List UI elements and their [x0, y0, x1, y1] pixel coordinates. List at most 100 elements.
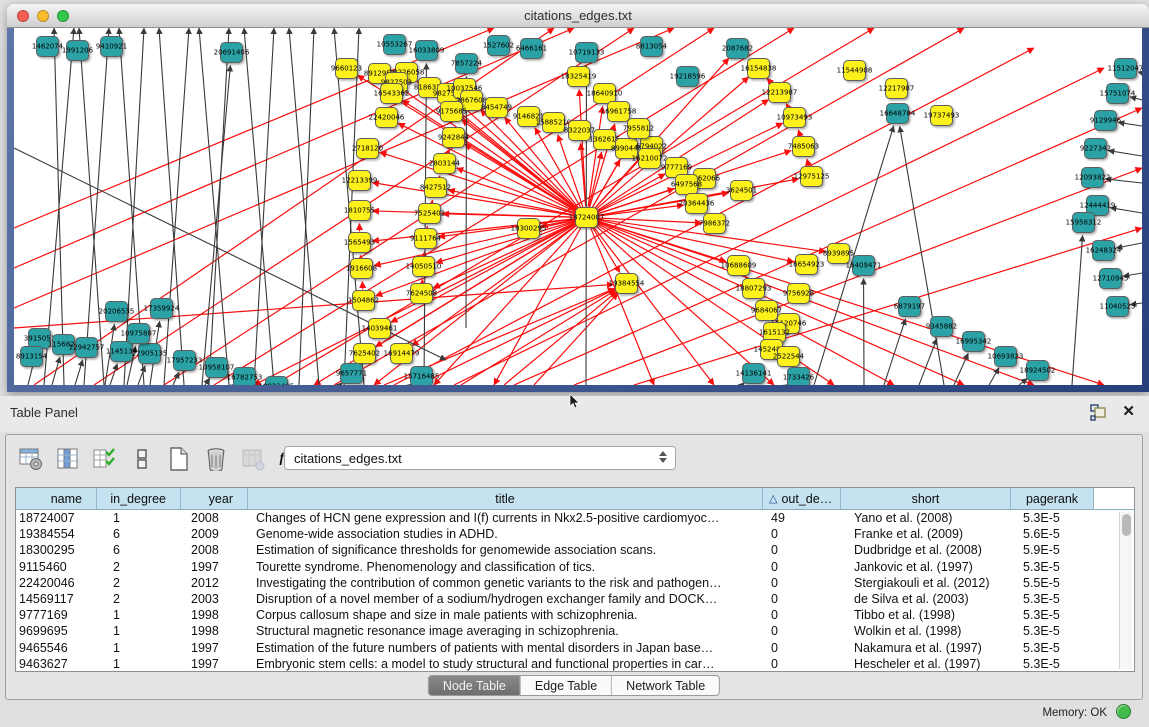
graph-node[interactable]: 9242844 — [442, 127, 465, 148]
graph-node[interactable]: 1733426 — [787, 367, 810, 385]
graph-node[interactable]: 12213987 — [768, 82, 791, 103]
graph-node[interactable]: 8427512 — [424, 177, 447, 198]
graph-node[interactable]: 17957233 — [173, 350, 196, 371]
graph-node[interactable]: 1145134 — [110, 341, 133, 362]
graph-node[interactable]: 12093822 — [1081, 167, 1104, 188]
graph-node[interactable]: 16654923 — [795, 254, 818, 275]
graph-node[interactable]: 10688609 — [727, 255, 750, 276]
graph-node[interactable]: 16210072 — [638, 148, 661, 169]
graph-node[interactable]: 20364436 — [685, 193, 708, 214]
graph-node[interactable]: 10693823 — [994, 346, 1017, 367]
graph-node[interactable]: 6879197 — [898, 296, 921, 317]
graph-node[interactable]: 2522544 — [777, 346, 800, 367]
column-header-pagerank[interactable]: pagerank — [1011, 488, 1094, 509]
graph-node[interactable]: 9227342 — [1084, 138, 1107, 159]
graph-node[interactable]: 7624508 — [410, 283, 433, 304]
graph-node[interactable]: 15716485 — [410, 366, 433, 385]
column-header-out_de[interactable]: △out_de… — [763, 488, 841, 509]
column-header-name[interactable]: name — [16, 488, 97, 509]
graph-node[interactable]: 1527602 — [487, 35, 510, 56]
close-panel-icon[interactable]: ✕ — [1122, 402, 1135, 420]
tab-edge-table[interactable]: Edge Table — [521, 676, 612, 695]
graph-node[interactable]: 12923485 — [265, 376, 288, 385]
table-row[interactable]: 2242004622012Investigating the contribut… — [16, 575, 1134, 591]
float-panel-icon[interactable] — [1090, 404, 1109, 421]
graph-node[interactable]: 12217987 — [885, 78, 908, 99]
zoom-window-icon[interactable] — [57, 10, 69, 22]
graph-node[interactable]: 6466161 — [520, 38, 543, 59]
graph-node[interactable]: 7625402 — [353, 343, 376, 364]
table-row[interactable]: 1456911722003Disruption of a novel membe… — [16, 591, 1134, 607]
graph-node[interactable]: 11512047 — [1114, 58, 1137, 79]
graph-node[interactable]: 16961758 — [607, 101, 630, 122]
network-canvas[interactable]: 1872400796601238912954182260589827503165… — [14, 28, 1142, 385]
graph-node[interactable]: 1916608 — [350, 258, 373, 279]
graph-node[interactable]: 3624501 — [730, 180, 753, 201]
graph-node[interactable]: 10553267 — [383, 34, 406, 55]
graph-node[interactable]: 19218596 — [676, 66, 699, 87]
graph-node[interactable]: 16995342 — [962, 331, 985, 352]
graph-node[interactable]: 18807293 — [742, 278, 765, 299]
scrollbar-thumb[interactable] — [1122, 514, 1131, 536]
graph-node[interactable]: 12213399 — [348, 170, 371, 191]
graph-node[interactable]: 8813054 — [640, 36, 663, 57]
table-row[interactable]: 1938455462009Genome-wide association stu… — [16, 526, 1134, 542]
graph-node[interactable]: 16033809 — [415, 40, 438, 61]
graph-node[interactable]: 15885210 — [542, 112, 565, 133]
graph-node[interactable]: 9756928 — [787, 283, 810, 304]
graph-node[interactable]: 7857224 — [455, 53, 478, 74]
graph-node[interactable]: 8454749 — [485, 97, 508, 118]
graph-node[interactable]: 6497568 — [675, 174, 698, 195]
minimize-window-icon[interactable] — [37, 10, 49, 22]
table-select-rows-icon[interactable] — [92, 446, 118, 472]
graph-node[interactable]: 1991206 — [66, 40, 89, 61]
graph-node[interactable]: 7986372 — [703, 213, 726, 234]
graph-node[interactable]: 9129946 — [1094, 110, 1117, 131]
graph-node[interactable]: 18924502 — [1026, 360, 1049, 381]
graph-node[interactable]: 10973493 — [783, 107, 806, 128]
graph-node[interactable]: 16648784 — [886, 103, 909, 124]
graph-node[interactable]: 12975125 — [800, 166, 823, 187]
graph-node[interactable]: 9410921 — [100, 36, 123, 57]
graph-node[interactable]: 12710945 — [1099, 268, 1122, 289]
memory-status-icon[interactable] — [1116, 704, 1131, 719]
graph-node[interactable]: 14050510 — [412, 256, 435, 277]
graph-node[interactable]: 20691406 — [220, 42, 243, 63]
graph-node[interactable]: 8913154 — [20, 346, 43, 367]
graph-node[interactable]: 18724007 — [575, 207, 598, 228]
graph-node[interactable]: 10958107 — [205, 357, 228, 378]
graph-node[interactable]: 16409471 — [852, 255, 875, 276]
column-header-title[interactable]: title — [248, 488, 763, 509]
graph-node[interactable]: 2087682 — [726, 38, 749, 59]
table-row[interactable]: 946554611997Estimation of the future num… — [16, 640, 1134, 656]
graph-node[interactable]: 19737493 — [930, 105, 953, 126]
graph-node[interactable]: 22420046 — [375, 107, 398, 128]
graph-node[interactable]: 15751074 — [1106, 83, 1129, 104]
graph-node[interactable]: 18300295 — [517, 218, 540, 239]
graph-node[interactable]: 9175685 — [440, 101, 463, 122]
graph-node[interactable]: 9684067 — [755, 300, 778, 321]
graph-node[interactable]: 2803144 — [433, 153, 456, 174]
graph-node[interactable]: 2718120 — [356, 138, 379, 159]
graph-node[interactable]: 7955812 — [627, 118, 650, 139]
graph-node[interactable]: 15958312 — [1072, 212, 1095, 233]
tab-network-table[interactable]: Network Table — [612, 676, 719, 695]
column-header-in_degree[interactable]: in_degree — [97, 488, 181, 509]
graph-node[interactable]: 18325419 — [567, 66, 590, 87]
table-row[interactable]: 977716911998Corpus callosum shape and si… — [16, 607, 1134, 623]
graph-node[interactable]: 8322037 — [568, 120, 591, 141]
graph-node[interactable]: 11544908 — [843, 60, 866, 81]
graph-node[interactable]: 9660123 — [335, 58, 358, 79]
network-file-select[interactable]: citations_edges.txt — [284, 446, 676, 470]
table-row[interactable]: 1872400712008Changes of HCN gene express… — [16, 510, 1134, 526]
graph-node[interactable]: 14039461 — [368, 318, 391, 339]
graph-node[interactable]: 9657771 — [340, 363, 363, 384]
table-row[interactable]: 969969511998Structural magnetic resonanc… — [16, 623, 1134, 639]
graph-node[interactable]: 1462074 — [36, 36, 59, 57]
table-row[interactable]: 946362711997Embryonic stem cells: a mode… — [16, 656, 1134, 672]
graph-node[interactable]: 11040523 — [1106, 296, 1129, 317]
table-settings-icon[interactable] — [18, 446, 44, 472]
import-table-disabled-icon[interactable] — [240, 446, 266, 472]
table-columns-icon[interactable] — [55, 446, 81, 472]
table-row[interactable]: 1830029562008Estimation of significance … — [16, 542, 1134, 558]
